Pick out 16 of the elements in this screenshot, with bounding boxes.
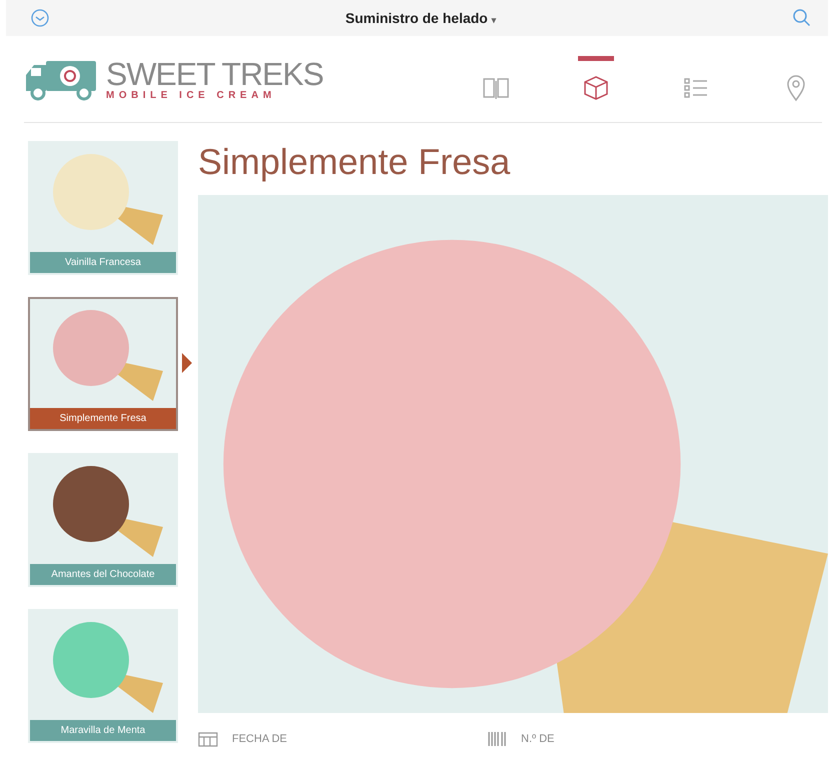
brand-name: SWEET TREKS [106,58,324,90]
flavor-card[interactable]: Vainilla Francesa [28,141,178,275]
chevron-circle-icon[interactable] [30,8,50,28]
brand-tagline: MOBILE ICE CREAM [106,90,277,100]
field-label: N.º DE [521,733,554,745]
search-icon[interactable] [792,8,812,28]
title-dropdown[interactable]: Suministro de helado ▾ [345,10,497,26]
calendar-icon [198,731,218,747]
active-tab-indicator [578,56,614,60]
barcode-icon [487,731,508,747]
flavor-title: Simplemente Fresa [198,141,512,183]
field-label: FECHA DE [232,733,288,745]
pointer-arrow-icon [182,353,192,373]
flavor-card[interactable]: Maravilla de Menta [28,609,178,743]
flavor-card[interactable]: Simplemente Fresa [28,297,178,431]
flavor-card[interactable]: Amantes del Chocolate [28,453,178,587]
